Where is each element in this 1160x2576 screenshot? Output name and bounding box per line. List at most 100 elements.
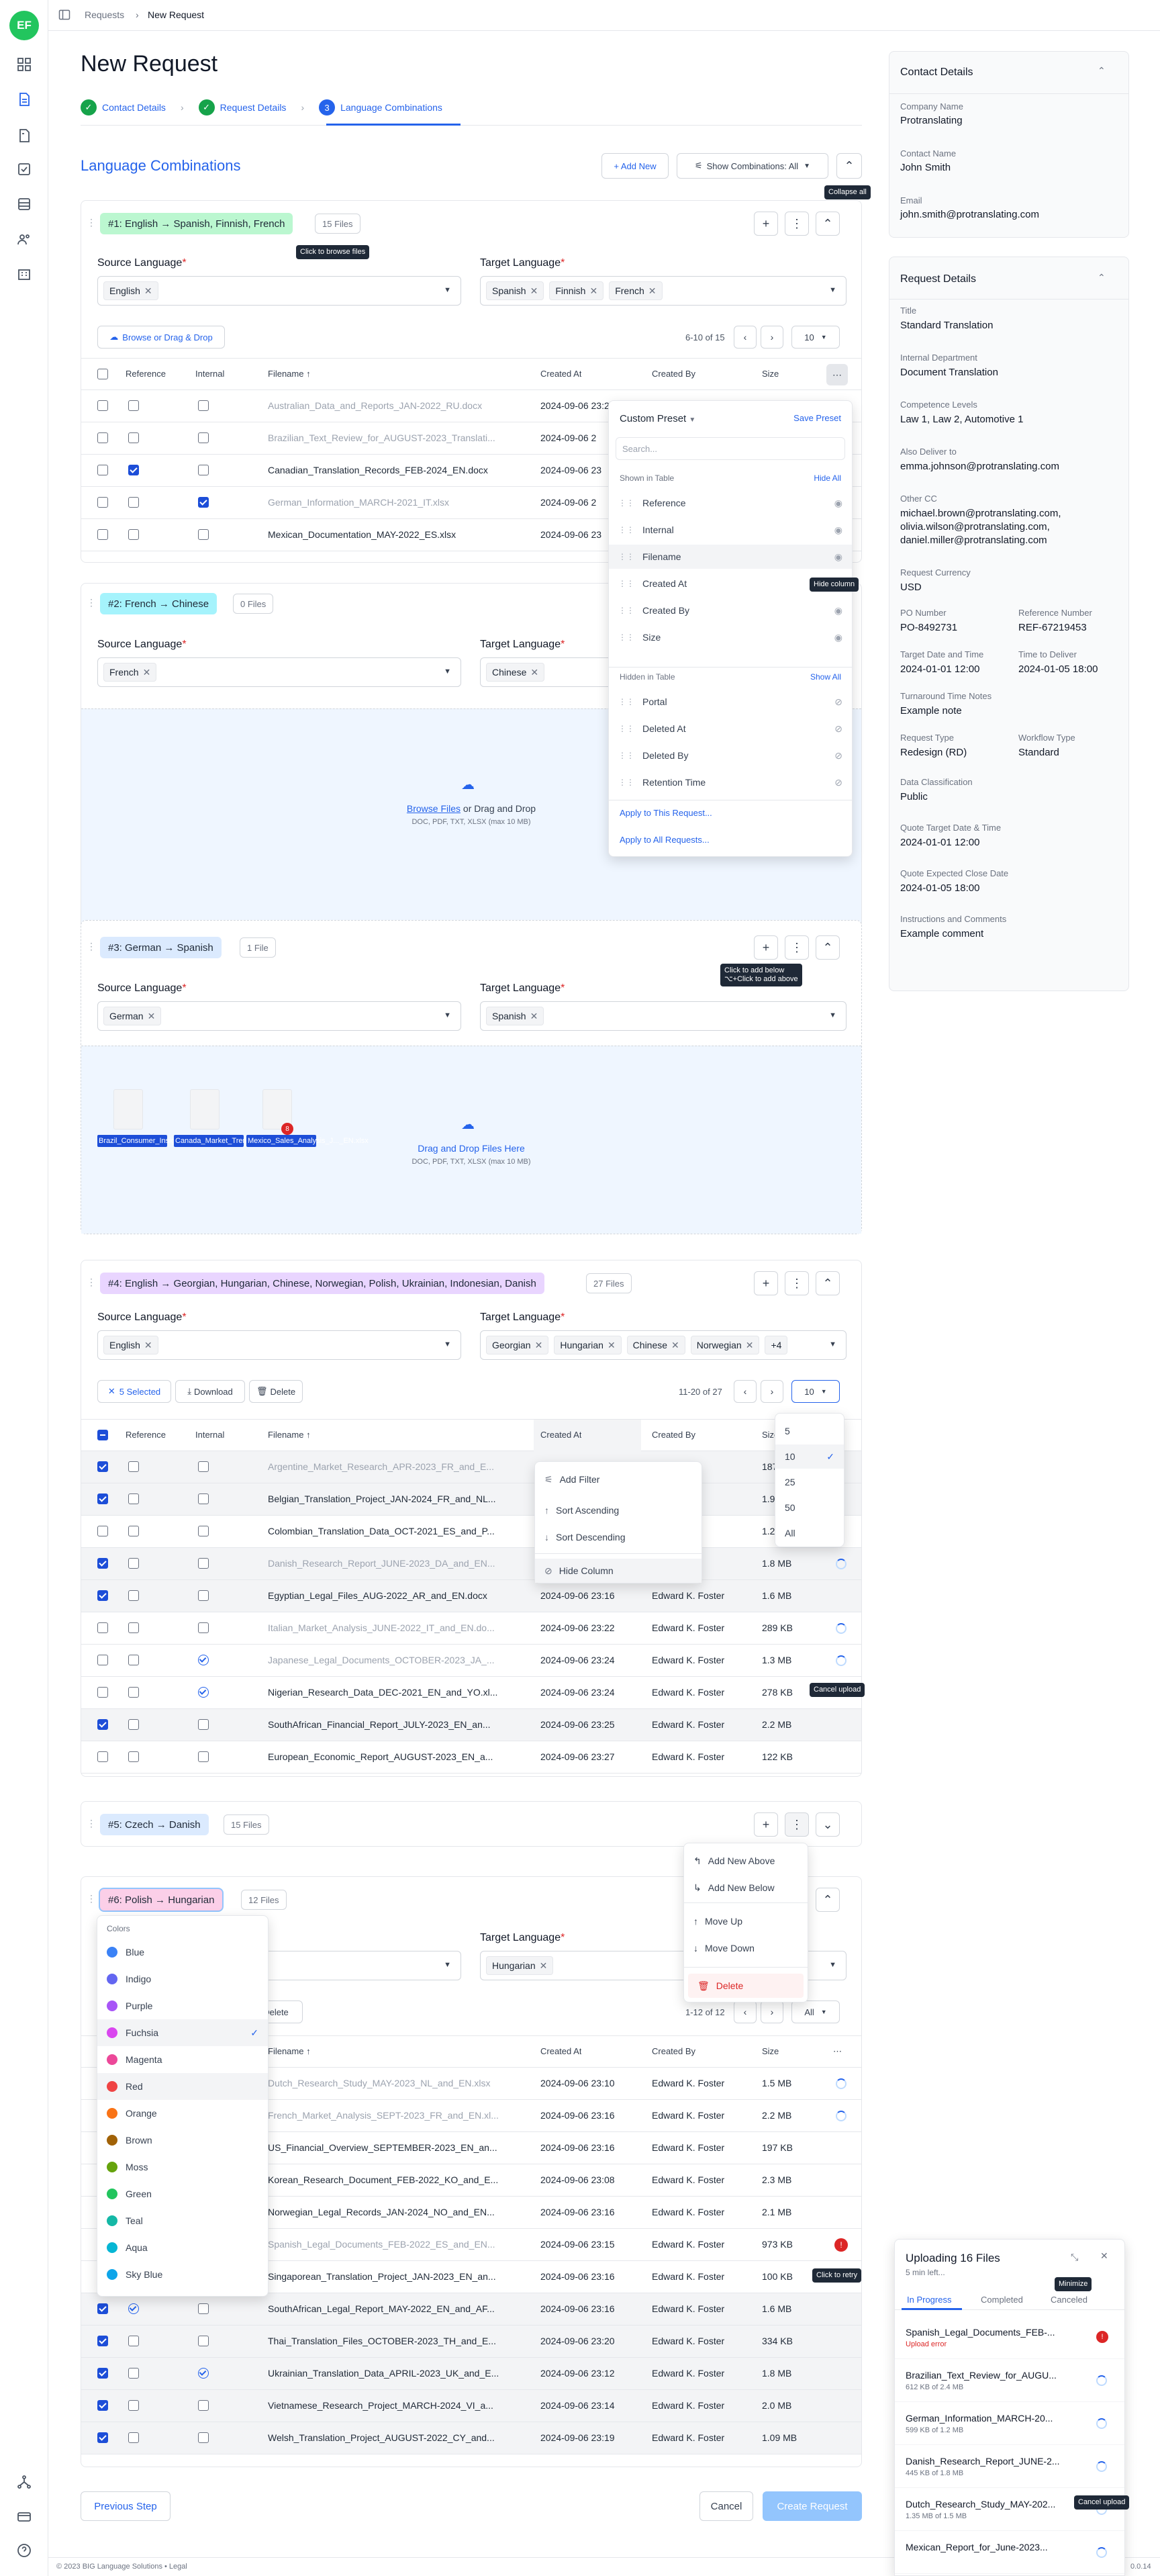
- table-row[interactable]: Nigerian_Research_Data_DEC-2021_EN_and_Y…: [81, 1677, 861, 1709]
- previous-step-button[interactable]: Previous Step: [81, 2491, 171, 2521]
- col-created-at[interactable]: Created At: [540, 2046, 581, 2056]
- column-toggle-item[interactable]: ⋮⋮ Internal ◉: [609, 518, 852, 542]
- select-all-checkbox[interactable]: [97, 1430, 108, 1440]
- col-filename[interactable]: Filename ↑: [268, 1430, 311, 1440]
- more-chip[interactable]: +4: [765, 1336, 788, 1354]
- per-page-select[interactable]: 10 ▼: [791, 1380, 840, 1403]
- target-language-select[interactable]: Spanish ✕ Finnish ✕ French ✕ ▼: [480, 276, 847, 306]
- eye-icon[interactable]: ◉: [834, 551, 842, 563]
- eye-icon[interactable]: ◉: [834, 498, 842, 509]
- file-count-badge[interactable]: 1 File: [240, 937, 276, 958]
- next-page-button[interactable]: ›: [761, 326, 783, 349]
- table-row[interactable]: Thai_Translation_Files_OCTOBER-2023_TH_a…: [81, 2326, 861, 2358]
- combination-tag[interactable]: #1: English → Spanish, Finnish, French: [100, 213, 293, 234]
- users-icon[interactable]: [16, 231, 32, 247]
- remove-icon[interactable]: ✕: [148, 1011, 156, 1022]
- tab-in-progress[interactable]: In Progress: [907, 2295, 951, 2305]
- per-page-option[interactable]: 50: [775, 1496, 844, 1520]
- remove-icon[interactable]: ✕: [143, 667, 151, 678]
- reference-checkbox[interactable]: [128, 2400, 139, 2411]
- color-option[interactable]: Green: [97, 2180, 268, 2207]
- reference-checkbox[interactable]: [128, 1590, 139, 1601]
- row-menu-item[interactable]: ↓ Move Down: [684, 1936, 808, 1960]
- row-checkbox[interactable]: [97, 1590, 108, 1601]
- internal-checkbox[interactable]: [198, 1622, 209, 1633]
- remove-icon[interactable]: ✕: [144, 285, 152, 297]
- documents-icon[interactable]: [16, 128, 32, 144]
- collapse-all-button[interactable]: ⌃: [836, 153, 862, 179]
- drag-handle-icon[interactable]: ⋮⋮: [618, 498, 634, 508]
- combination-tag[interactable]: #5: Czech → Danish: [100, 1814, 209, 1835]
- internal-checkbox[interactable]: [198, 1687, 209, 1698]
- collapse-icon[interactable]: ⌃: [1098, 65, 1106, 77]
- internal-checkbox[interactable]: [198, 497, 209, 508]
- drop-zone[interactable]: Brazil_Consumer_Insights...EN.xlsx Canad…: [81, 1046, 861, 1234]
- column-settings-button[interactable]: ⋯: [833, 2046, 842, 2057]
- row-checkbox[interactable]: [97, 2400, 108, 2411]
- table-row[interactable]: Italian_Market_Analysis_JUNE-2022_IT_and…: [81, 1612, 861, 1645]
- internal-checkbox[interactable]: [198, 2368, 209, 2379]
- table-row[interactable]: Japanese_Legal_Documents_OCTOBER-2023_JA…: [81, 1645, 861, 1677]
- col-filename[interactable]: Filename ↑: [268, 2046, 311, 2056]
- help-icon[interactable]: [16, 2542, 32, 2559]
- create-request-button[interactable]: Create Request: [763, 2491, 862, 2521]
- header-menu-item[interactable]: ↑ Sort Ascending: [535, 1498, 702, 1522]
- more-actions-button[interactable]: ⋮: [785, 212, 809, 236]
- collapse-icon[interactable]: ⌃: [1098, 272, 1106, 283]
- column-toggle-item[interactable]: ⋮⋮ Size ◉: [609, 625, 852, 649]
- color-option[interactable]: Moss: [97, 2154, 268, 2180]
- row-checkbox[interactable]: [97, 1493, 108, 1504]
- save-preset-link[interactable]: Save Preset: [793, 413, 841, 423]
- preset-select[interactable]: Custom Preset ▼: [620, 413, 695, 424]
- reference-checkbox[interactable]: [128, 2368, 139, 2379]
- remove-icon[interactable]: ✕: [530, 1011, 538, 1022]
- target-language-select[interactable]: Spanish ✕ ▼: [480, 1001, 847, 1031]
- tab-canceled[interactable]: Canceled: [1051, 2295, 1088, 2305]
- eye-icon[interactable]: ◉: [834, 524, 842, 536]
- per-page-select[interactable]: 10 ▼: [791, 326, 840, 349]
- error-retry-icon[interactable]: !: [834, 2238, 848, 2252]
- eye-off-icon[interactable]: ⊘: [834, 723, 842, 735]
- color-option[interactable]: Magenta: [97, 2046, 268, 2073]
- row-checkbox[interactable]: [97, 1558, 108, 1569]
- sidebar-toggle-icon[interactable]: [58, 8, 71, 21]
- per-page-option[interactable]: 10 ✓: [775, 1444, 844, 1469]
- show-all-link[interactable]: Show All: [810, 672, 841, 682]
- combination-tag[interactable]: #4: English → Georgian, Hungarian, Chine…: [100, 1273, 544, 1294]
- col-size[interactable]: Size: [762, 369, 779, 379]
- column-toggle-item[interactable]: ⋮⋮ Created By ◉: [609, 598, 852, 623]
- reference-checkbox[interactable]: [128, 529, 139, 540]
- col-created-by[interactable]: Created By: [652, 1430, 695, 1440]
- upload-item[interactable]: Danish_Research_Report_JUNE-2... 445 KB o…: [895, 2446, 1124, 2488]
- reference-checkbox[interactable]: [128, 465, 139, 475]
- table-row[interactable]: Welsh_Translation_Project_AUGUST-2022_CY…: [81, 2422, 861, 2454]
- internal-checkbox[interactable]: [198, 1461, 209, 1472]
- drag-handle-icon[interactable]: ⋮⋮: [618, 697, 634, 706]
- reference-checkbox[interactable]: [128, 1526, 139, 1536]
- cancel-button[interactable]: Cancel: [699, 2491, 753, 2521]
- eye-icon[interactable]: ◉: [834, 632, 842, 643]
- source-language-select[interactable]: English ✕ ▼: [97, 276, 461, 306]
- col-reference[interactable]: Reference: [126, 369, 166, 379]
- internal-checkbox[interactable]: [198, 432, 209, 443]
- prev-page-button[interactable]: ‹: [734, 2000, 757, 2023]
- drag-handle-icon[interactable]: ⋮⋮: [618, 579, 634, 588]
- drag-handle-icon[interactable]: ⋮⋮: [618, 606, 634, 615]
- table-row[interactable]: Danish_Research_Report_JUNE-2023_DA_and_…: [81, 1548, 861, 1580]
- file-thumbnail[interactable]: [190, 1089, 220, 1130]
- eye-off-icon[interactable]: ⊘: [834, 696, 842, 708]
- more-actions-button[interactable]: ⋮: [785, 935, 809, 960]
- reference-checkbox[interactable]: [128, 1461, 139, 1472]
- col-created-by[interactable]: Created By: [652, 369, 695, 379]
- more-actions-button[interactable]: ⋮: [785, 1271, 809, 1295]
- color-option[interactable]: Brown: [97, 2127, 268, 2154]
- row-checkbox[interactable]: [97, 465, 108, 475]
- per-page-option[interactable]: All: [775, 1521, 844, 1545]
- hide-all-link[interactable]: Hide All: [814, 473, 841, 483]
- drag-handle-icon[interactable]: ⋮⋮: [618, 525, 634, 535]
- workflow-icon[interactable]: [16, 2474, 32, 2490]
- add-below-button[interactable]: +: [754, 212, 778, 236]
- file-count-badge[interactable]: 27 Files: [586, 1273, 632, 1293]
- row-checkbox[interactable]: [97, 529, 108, 540]
- step-contact-details[interactable]: ✓ Contact Details ›: [81, 99, 184, 116]
